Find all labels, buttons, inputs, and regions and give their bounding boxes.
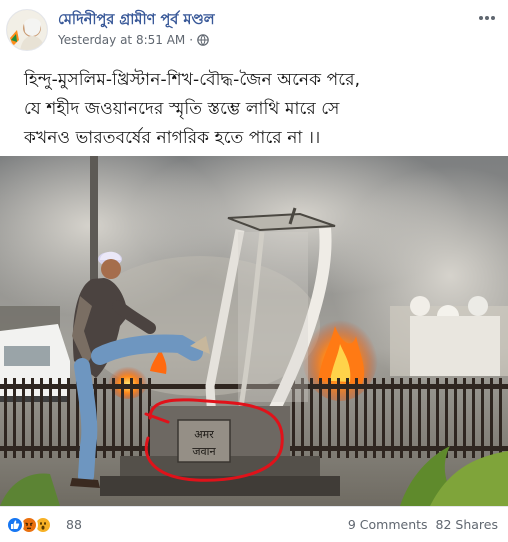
fence-bar <box>58 378 61 458</box>
post-photo[interactable]: अमर जवान <box>0 156 508 506</box>
plaque-text-2: जवान <box>192 445 216 458</box>
fence-bar <box>418 378 421 458</box>
fence-bar <box>409 378 412 458</box>
post-meta: Yesterday at 8:51 AM · <box>58 33 209 47</box>
fence-bar <box>310 378 313 458</box>
fence-bar <box>355 378 358 458</box>
fence-bar <box>463 378 466 458</box>
post-timestamp[interactable]: Yesterday at 8:51 AM <box>58 33 185 47</box>
fence-bar <box>472 378 475 458</box>
fence-bar <box>328 378 331 458</box>
page-name-link[interactable]: মেদিনীপুর গ্রামীণ পূর্ব মণ্ডল <box>58 9 215 33</box>
fence-bar <box>121 378 124 458</box>
banner-line-2: যে শহীদ জওয়ানদের স্মৃতি স্তম্ভে লাথি মা… <box>24 99 340 119</box>
fence-bar <box>139 378 142 458</box>
page-avatar[interactable] <box>6 9 48 51</box>
fence-bar <box>400 378 403 458</box>
post-footer: 88 9 Comments 82 Shares <box>0 506 508 542</box>
fence-bar <box>4 378 7 458</box>
banner-line-1: হিন্দু-মুসলিম-খ্রিস্টান-শিখ-বৌদ্ধ-জৈন অন… <box>24 70 361 90</box>
memorial-scene: अमर जवान <box>0 156 508 506</box>
fence-bar <box>445 378 448 458</box>
fence-bar <box>103 378 106 458</box>
fence-bar <box>436 378 439 458</box>
fence-bar <box>481 378 484 458</box>
fence-bar <box>67 378 70 458</box>
fence-bar <box>427 378 430 458</box>
reaction-count[interactable]: 88 <box>66 517 82 532</box>
fence-bar <box>490 378 493 458</box>
post-stats: 9 Comments 82 Shares <box>348 517 498 532</box>
fence-bar <box>130 378 133 458</box>
reaction-icons[interactable] <box>6 516 52 534</box>
comments-count-link[interactable]: 9 Comments <box>348 517 428 532</box>
shares-count-link[interactable]: 82 Shares <box>436 517 498 532</box>
meta-separator: · <box>189 33 194 47</box>
post-header: মেদিনীপুর গ্রামীণ পূর্ব মণ্ডল Yesterday … <box>0 0 508 60</box>
globe-icon[interactable] <box>197 34 209 46</box>
fence-bar <box>13 378 16 458</box>
plaque-text-1: अमर <box>194 428 214 441</box>
like-icon <box>6 516 24 534</box>
banner-line-3: কখনও ভারতবর্ষের নাগরিক হতে পারে না ।। <box>24 128 321 148</box>
fence-bar <box>382 378 385 458</box>
fence-bar <box>22 378 25 458</box>
fence-bar <box>391 378 394 458</box>
more-options-icon[interactable] <box>476 10 498 26</box>
fence-bar <box>49 378 52 458</box>
fence-bar <box>499 378 502 458</box>
fence-bar <box>319 378 322 458</box>
fence-bar <box>112 378 115 458</box>
fence-bar <box>454 378 457 458</box>
fence-bar <box>40 378 43 458</box>
fence-bar <box>337 378 340 458</box>
fence-bar <box>346 378 349 458</box>
fence-bar <box>364 378 367 458</box>
fence-bar <box>31 378 34 458</box>
fence-bar <box>373 378 376 458</box>
image-text-banner: হিন্দু-মুসলিম-খ্রিস্টান-শিখ-বৌদ্ধ-জৈন অন… <box>0 60 508 156</box>
avatar-image <box>7 10 47 50</box>
